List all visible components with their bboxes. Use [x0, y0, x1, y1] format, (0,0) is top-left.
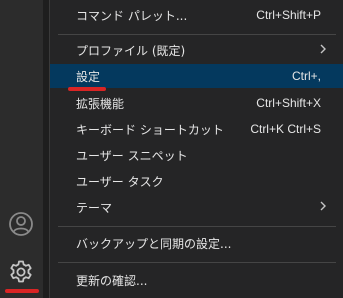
menu-separator — [58, 262, 336, 263]
menu-item-label: キーボード ショートカット — [76, 122, 224, 137]
menu-separator — [58, 34, 336, 35]
menu-item-user-snippets[interactable]: ユーザー スニペット — [50, 143, 343, 167]
chevron-right-icon — [320, 44, 326, 54]
menu-item-command-palette[interactable]: コマンド パレット... Ctrl+Shift+P — [50, 3, 343, 27]
vscode-window: コマンド パレット... Ctrl+Shift+P プロファイル (既定) 設定… — [0, 0, 343, 298]
menu-item-label: ユーザー タスク — [76, 174, 164, 189]
menu-item-label: 設定 — [76, 69, 101, 84]
manage-gear-icon[interactable] — [7, 258, 35, 286]
menu-item-check-updates[interactable]: 更新の確認... — [50, 268, 343, 292]
accounts-icon[interactable] — [7, 210, 35, 238]
menu-item-label: プロファイル (既定) — [76, 43, 186, 58]
chevron-right-icon — [320, 201, 326, 211]
menu-item-label: テーマ — [76, 200, 113, 215]
menu-item-profile[interactable]: プロファイル (既定) — [50, 38, 343, 62]
menu-item-label: コマンド パレット... — [76, 8, 188, 23]
menu-item-shortcut: Ctrl+K Ctrl+S — [250, 122, 321, 136]
menu-item-shortcut: Ctrl+, — [291, 69, 321, 83]
menu-item-label: 更新の確認... — [76, 273, 148, 288]
menu-separator — [58, 226, 336, 227]
menu-item-settings[interactable]: 設定 Ctrl+, — [50, 64, 343, 88]
menu-item-themes[interactable]: テーマ — [50, 195, 343, 219]
menu-item-user-tasks[interactable]: ユーザー タスク — [50, 169, 343, 193]
manage-context-menu: コマンド パレット... Ctrl+Shift+P プロファイル (既定) 設定… — [49, 0, 343, 298]
menu-item-extensions[interactable]: 拡張機能 Ctrl+Shift+X — [50, 91, 343, 115]
manage-highlight-underline — [5, 289, 39, 293]
menu-item-shortcut: Ctrl+Shift+X — [256, 96, 321, 110]
activity-bar — [0, 0, 43, 298]
menu-item-keyboard-shortcuts[interactable]: キーボード ショートカット Ctrl+K Ctrl+S — [50, 117, 343, 141]
menu-item-backup-sync[interactable]: バックアップと同期の設定... — [50, 231, 343, 255]
menu-item-label: 拡張機能 — [76, 96, 125, 111]
menu-item-shortcut: Ctrl+Shift+P — [256, 8, 321, 22]
menu-item-label: ユーザー スニペット — [76, 148, 188, 163]
menu-item-label: バックアップと同期の設定... — [76, 236, 232, 251]
